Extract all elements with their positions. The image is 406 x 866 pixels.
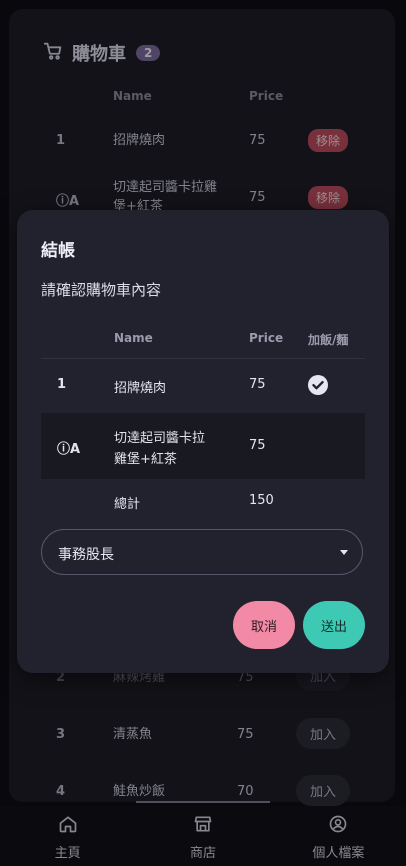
table-row: ⓘA 切達起司醬卡拉 雞堡+紅茶 75: [41, 413, 365, 479]
col-extra-header: 加飯/麵: [308, 333, 349, 347]
check-icon: [312, 381, 324, 390]
row-name-line1: 切達起司醬卡拉: [114, 431, 206, 446]
dropdown-caret-icon: [340, 550, 348, 555]
total-value: 150: [249, 493, 274, 508]
row-index: ⓘA: [57, 442, 81, 457]
total-label: 總計: [114, 497, 141, 512]
extra-checked-checkbox[interactable]: [308, 375, 328, 395]
dialog-subtitle: 請確認購物車內容: [41, 281, 162, 299]
table-row: 1 招牌燒肉 75: [41, 359, 365, 413]
row-price: 75: [249, 377, 266, 392]
cancel-button[interactable]: 取消: [233, 601, 295, 649]
role-select-value: 事務股長: [58, 547, 114, 563]
row-price: 75: [249, 438, 266, 453]
checkout-dialog: 結帳 請確認購物車內容 Name Price 加飯/麵 1 招牌燒肉 75 ⓘA…: [17, 210, 389, 673]
submit-button[interactable]: 送出: [303, 601, 365, 649]
total-row: 總計 150: [41, 479, 365, 523]
row-index: 1: [57, 377, 67, 392]
row-name: 招牌燒肉: [114, 381, 167, 396]
col-price-header: Price: [249, 331, 284, 345]
role-select[interactable]: 事務股長: [41, 529, 363, 575]
dialog-title: 結帳: [41, 241, 75, 261]
col-name-header: Name: [114, 331, 153, 345]
row-name-line2: 雞堡+紅茶: [114, 452, 177, 467]
